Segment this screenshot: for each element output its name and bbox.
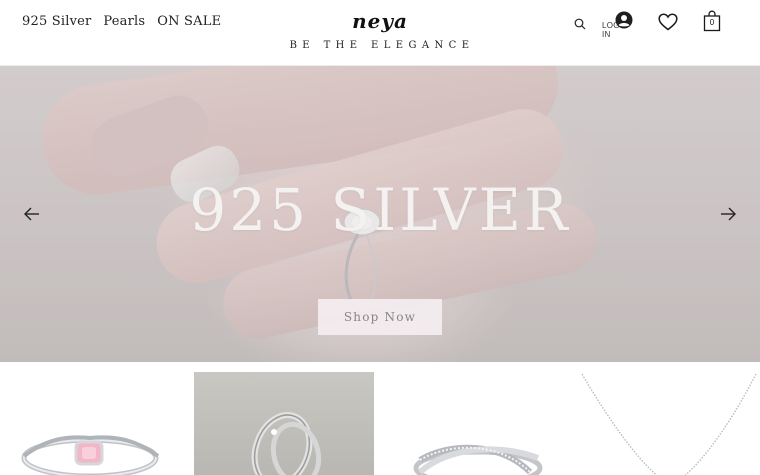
product-grid [0, 362, 760, 475]
cart-count: 0 [709, 18, 715, 27]
couple-rings-image [251, 412, 322, 475]
search-button[interactable]: LOG IN [574, 16, 620, 39]
arrow-right-icon[interactable] [718, 204, 738, 224]
shop-now-button[interactable]: Shop Now [318, 299, 442, 335]
user-icon [615, 11, 633, 29]
pink-gem-ring-image [21, 435, 160, 475]
product-card[interactable] [8, 372, 182, 475]
logo-tagline: BE THE ELEGANCE [289, 40, 475, 51]
account-button[interactable] [615, 11, 633, 34]
product-card[interactable] [194, 372, 374, 475]
pendant-necklace-image [581, 373, 757, 475]
product-card[interactable] [390, 372, 564, 475]
heart-icon [658, 13, 678, 31]
wishlist-button[interactable] [658, 13, 678, 36]
header-actions: LOG IN 0 [560, 10, 760, 39]
search-icon [574, 18, 586, 30]
arrow-left-icon[interactable] [22, 204, 42, 224]
hero-banner: 925 SILVER Shop Now [0, 66, 760, 362]
crossover-ring-image [413, 444, 543, 475]
site-header: 925 Silver Pearls ON SALE neya BE THE EL… [0, 0, 760, 66]
cart-button[interactable]: 0 [703, 10, 721, 32]
product-card[interactable] [576, 372, 760, 475]
hero-title: 925 SILVER [189, 176, 571, 244]
